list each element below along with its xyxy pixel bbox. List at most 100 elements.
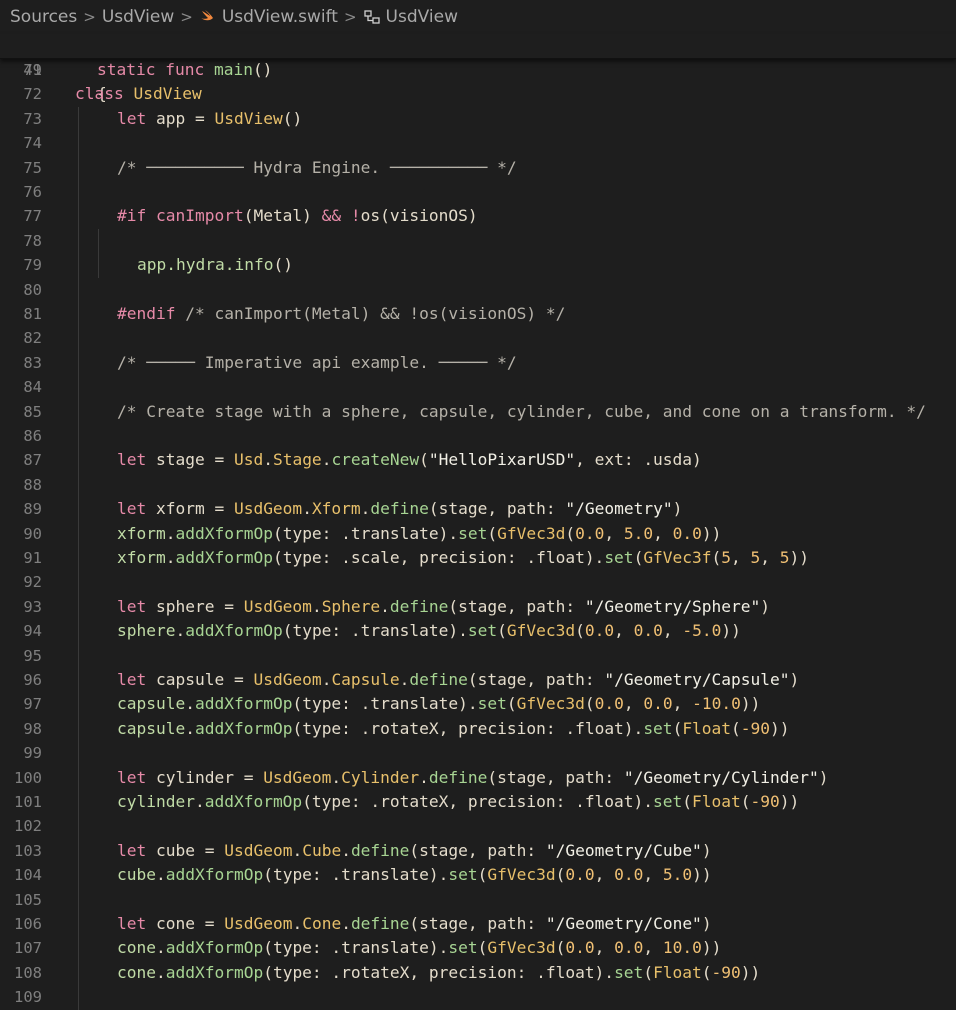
code-token: let xyxy=(117,767,156,787)
indent-guide xyxy=(98,253,99,279)
code-token: (stage, path: xyxy=(428,499,566,519)
code-line[interactable]: 107 cone.addXformOp(type: .translate).set… xyxy=(0,936,956,962)
code-line[interactable]: 98 capsule.addXformOp(type: .rotateX, pre… xyxy=(0,716,956,742)
code-line[interactable]: 109 xyxy=(0,985,956,1010)
code-token: , xyxy=(623,694,644,714)
code-token: cylinder xyxy=(117,792,195,811)
code-line[interactable]: 81 #endif /* canImport(Metal) && !os(visi… xyxy=(0,302,956,327)
code-editor[interactable]: 71 static func main() 72{73 let app = UsdVi… xyxy=(0,0,956,1010)
code-line[interactable]: 77 #if canImport(Metal) && !os(visionOS) xyxy=(0,204,956,230)
line-number: 109 xyxy=(14,988,42,1007)
code-line[interactable]: 108 cone.addXformOp(type: .rotateX, preci… xyxy=(0,960,956,986)
code-line[interactable]: 90 xform.addXformOp(type: .translate).set… xyxy=(0,521,956,547)
code-line[interactable]: 92 xyxy=(0,570,956,596)
code-line[interactable]: 93 let sphere = UsdGeom.Sphere.define(sta… xyxy=(0,594,956,620)
code-line[interactable]: 101 cylinder.addXformOp(type: .rotateX, p… xyxy=(0,790,956,815)
code-token: (stage, path: xyxy=(487,767,624,787)
code-token: 0.0 xyxy=(672,523,702,543)
code-line[interactable]: 91 xform.addXformOp(type: .scale, precisi… xyxy=(0,546,956,571)
line-number: 108 xyxy=(14,963,42,982)
code-token: ( xyxy=(477,938,488,958)
code-line[interactable]: 79 app.hydra.info() xyxy=(0,253,956,279)
code-line[interactable]: 103 let cube = UsdGeom.Cube.define(stage,… xyxy=(0,838,956,864)
code-line[interactable]: 83 /* ───── Imperative api example. ─────… xyxy=(0,350,956,376)
code-line[interactable]: 94 sphere.addXformOp(type: .translate).se… xyxy=(0,619,956,645)
line-number: 74 xyxy=(23,134,42,153)
indent-guide xyxy=(78,692,79,718)
code-token: 0.0 xyxy=(633,621,663,641)
indent-guide xyxy=(78,448,79,474)
code-line[interactable]: 82 xyxy=(0,326,956,352)
code-token: canImport xyxy=(155,206,244,226)
line-number: 94 xyxy=(23,622,42,641)
code-line[interactable]: 78 xyxy=(0,228,956,254)
sticky-line[interactable]: 49 class UsdView xyxy=(0,34,956,103)
code-token: . xyxy=(292,914,303,933)
code-line[interactable]: 104 cube.addXformOp(type: .translate).set… xyxy=(0,863,956,889)
indent-guide xyxy=(78,814,79,840)
indent-guide xyxy=(98,228,99,254)
line-number: 83 xyxy=(23,353,42,372)
code-token: 5 xyxy=(721,548,732,567)
code-token: 0.0 xyxy=(643,694,673,714)
line-number: 105 xyxy=(14,890,42,909)
code-line[interactable]: 95 xyxy=(0,643,956,669)
code-text: cone.addXformOp(type: .rotateX, precisio… xyxy=(117,961,760,985)
code-line[interactable]: 86 xyxy=(0,424,956,449)
code-line[interactable]: 87 let stage = Usd.Stage.createNew("Hello… xyxy=(0,448,956,474)
code-text: capsule.addXformOp(type: .rotateX, preci… xyxy=(117,717,790,741)
code-line[interactable]: 105 xyxy=(0,887,956,913)
code-token: let xyxy=(117,108,156,128)
line-number: 87 xyxy=(23,451,42,470)
code-text: #if canImport(Metal) && !os(visionOS) xyxy=(117,204,478,228)
code-line[interactable]: 73 let app = UsdView() xyxy=(0,106,956,132)
code-line[interactable]: 97 capsule.addXformOp(type: .translate).s… xyxy=(0,692,956,718)
indent-guide xyxy=(78,180,79,205)
code-line[interactable]: 99 xyxy=(0,741,956,767)
code-line[interactable]: 106 let cone = UsdGeom.Cone.define(stage,… xyxy=(0,912,956,937)
code-text: let capsule = UsdGeom.Capsule.define(sta… xyxy=(117,668,799,692)
code-text: capsule.addXformOp(type: .translate).set… xyxy=(117,692,760,716)
line-number: 85 xyxy=(23,402,42,421)
code-token: define xyxy=(350,914,410,933)
code-token: 5 xyxy=(750,548,761,567)
code-line[interactable]: 96 let capsule = UsdGeom.Capsule.define(s… xyxy=(0,668,956,693)
code-token: GfVec3d xyxy=(487,938,556,958)
code-line[interactable]: 71 static func main() xyxy=(0,58,956,82)
code-line[interactable]: 89 let xform = UsdGeom.Xform.define(stage… xyxy=(0,497,956,523)
line-number: 96 xyxy=(23,671,42,689)
code-token: cone = xyxy=(155,914,225,933)
code-line[interactable]: 102 xyxy=(0,814,956,840)
code-token: && ! xyxy=(321,206,361,226)
line-number: 80 xyxy=(23,280,42,299)
code-token: , xyxy=(614,621,634,641)
code-token: )) xyxy=(740,962,761,982)
code-token: ( xyxy=(419,450,429,470)
code-text: let cylinder = UsdGeom.Cylinder.define(s… xyxy=(117,766,829,790)
code-line[interactable]: 100 let cylinder = UsdGeom.Cylinder.defin… xyxy=(0,765,956,791)
code-token: ) xyxy=(701,840,712,860)
line-number: 86 xyxy=(23,427,42,445)
code-token: addXformOp xyxy=(165,865,264,885)
code-token: UsdGeom xyxy=(233,499,303,519)
code-token: Float xyxy=(653,962,702,982)
code-line[interactable]: 80 xyxy=(0,277,956,303)
code-line[interactable]: 88 xyxy=(0,472,956,498)
code-token: cone xyxy=(117,962,156,982)
code-line[interactable]: 84 xyxy=(0,375,956,401)
code-token: ( xyxy=(682,792,693,811)
code-line[interactable]: 85 /* Create stage with a sphere, capsule… xyxy=(0,399,956,425)
code-token: Usd xyxy=(233,450,264,470)
code-line[interactable]: 76 xyxy=(0,180,956,205)
code-token: Stage xyxy=(272,450,322,470)
code-token: . xyxy=(380,596,390,616)
code-token: )) xyxy=(740,694,761,714)
code-text: static func main() xyxy=(97,58,272,82)
code-line[interactable]: 75 /* ────────── Hydra Engine. ──────────… xyxy=(0,155,956,181)
code-token: 0.0 xyxy=(594,694,624,714)
sticky-scroll-header[interactable]: 49 class UsdView xyxy=(0,34,956,103)
code-token: set xyxy=(458,523,488,543)
line-number: 82 xyxy=(23,329,42,348)
code-line[interactable]: 74 xyxy=(0,131,956,157)
code-token: (type: .rotateX, precision: .float). xyxy=(292,718,644,738)
